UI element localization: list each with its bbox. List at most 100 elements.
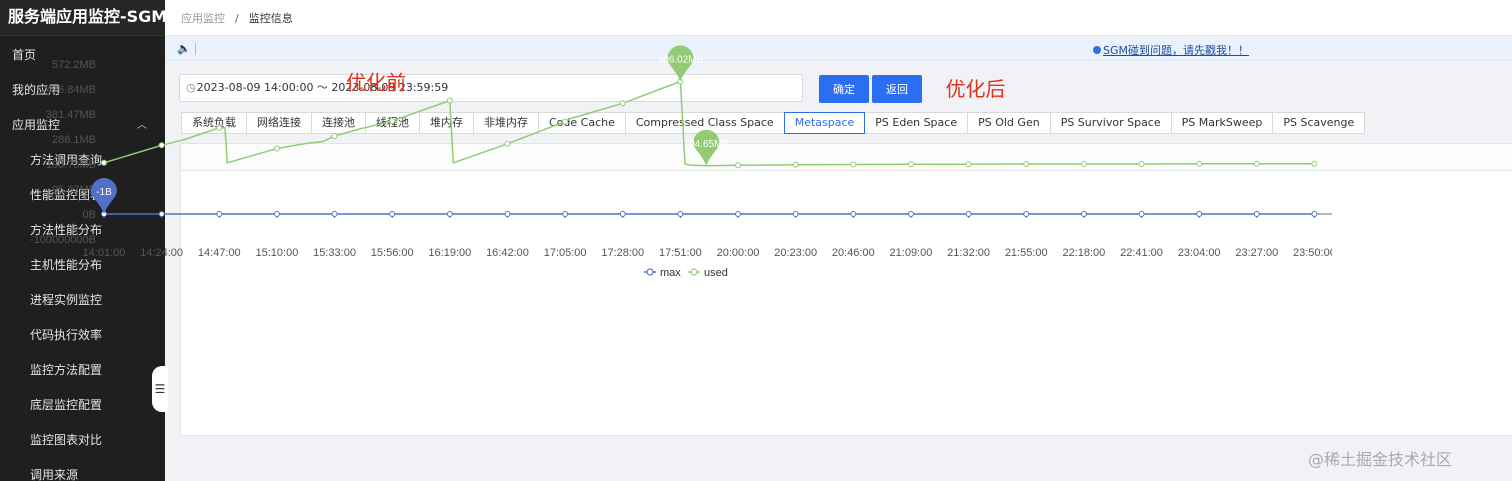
data-point-used[interactable]	[965, 161, 972, 168]
tab-网络连接[interactable]: 网络连接	[246, 112, 312, 134]
app-title: 服务端应用监控-SGM	[0, 0, 165, 36]
x-tick-label: 15:56:00	[371, 247, 414, 259]
y-tick-label: 0B	[83, 209, 96, 221]
back-button[interactable]: 返回	[872, 75, 922, 103]
data-point-used[interactable]	[735, 162, 742, 169]
data-point-used[interactable]	[331, 133, 338, 139]
y-tick-label: 95.37MB	[52, 184, 96, 196]
data-point-used[interactable]	[1253, 160, 1260, 167]
x-tick-label: 17:05:00	[544, 247, 587, 259]
data-point-max[interactable]	[735, 211, 742, 217]
x-tick-label: 16:42:00	[486, 247, 529, 259]
data-point-max[interactable]	[504, 211, 511, 217]
data-point-max[interactable]	[158, 211, 165, 217]
data-point-max[interactable]	[792, 211, 799, 217]
data-point-used[interactable]	[504, 140, 511, 147]
x-tick-label: 15:10:00	[256, 247, 299, 259]
sidebar-item[interactable]: 监控图表对比	[0, 423, 165, 458]
date-range-input[interactable]: ◷2023-08-09 14:00:00 ～ 2023-08-09 23:59:…	[179, 74, 803, 102]
data-point-max[interactable]	[1138, 211, 1145, 217]
data-point-used[interactable]	[792, 161, 799, 168]
data-point-used[interactable]	[1138, 161, 1145, 167]
pin-label: -1B	[96, 187, 112, 198]
date-range-value: 2023-08-09 14:00:00 ～ 2023-08-09 23:59:5…	[196, 81, 449, 94]
watermark: @稀土掘金技术社区	[1308, 450, 1453, 469]
data-point-used[interactable]	[101, 159, 107, 166]
y-tick-label: 476.84MB	[46, 84, 96, 96]
data-point-max[interactable]	[965, 211, 972, 217]
data-point-used[interactable]	[1196, 160, 1203, 167]
data-point-max[interactable]	[1080, 211, 1087, 217]
data-point-used[interactable]	[389, 118, 396, 124]
tab-堆内存[interactable]: 堆内存	[419, 112, 474, 134]
x-tick-label: 20:00:00	[717, 247, 760, 259]
data-point-max[interactable]	[216, 211, 223, 217]
data-point-used[interactable]	[562, 118, 569, 125]
sidebar-item-label: 底层监控配置	[30, 398, 103, 412]
x-tick-label: 23:27:00	[1235, 247, 1278, 259]
data-point-max[interactable]	[619, 211, 626, 217]
tab-ps-survivor-space[interactable]: PS Survivor Space	[1049, 112, 1172, 134]
data-point-used[interactable]	[158, 142, 165, 149]
data-point-used[interactable]	[907, 161, 914, 168]
x-tick-label: 22:18:00	[1062, 247, 1105, 259]
tab-ps-old-gen[interactable]: PS Old Gen	[967, 112, 1051, 134]
tab-metaspace[interactable]: Metaspace	[783, 112, 866, 134]
tab-非堆内存[interactable]: 非堆内存	[473, 112, 539, 134]
metric-tabs: 系统负载网络连接连接池线程池堆内存非堆内存Code CacheCompresse…	[181, 112, 1366, 134]
data-point-used[interactable]	[619, 100, 626, 107]
x-tick-label: 17:51:00	[659, 247, 702, 259]
tab-系统负载[interactable]: 系统负载	[181, 112, 247, 134]
sidebar-item-label: 进程实例监控	[30, 293, 103, 307]
data-point-max[interactable]	[331, 211, 338, 217]
breadcrumb-item-monitor-info: 监控信息	[248, 12, 293, 25]
chart-annotation: 优化前	[346, 71, 406, 95]
data-point-used[interactable]	[1023, 161, 1030, 167]
data-point-max[interactable]	[562, 211, 569, 217]
data-point-used[interactable]	[1311, 160, 1318, 167]
sidebar-item-label: 监控方法配置	[30, 363, 103, 377]
data-point-max[interactable]	[1253, 211, 1260, 217]
data-point-max[interactable]	[907, 211, 914, 217]
y-tick-label: 286.1MB	[52, 134, 96, 146]
sidebar-item[interactable]: 进程实例监控	[0, 283, 165, 318]
legend-marker-used[interactable]	[690, 268, 698, 276]
x-tick-label: 15:33:00	[313, 247, 356, 259]
tab-ps-scavenge[interactable]: PS Scavenge	[1272, 112, 1366, 134]
y-tick-label: 572.2MB	[52, 59, 96, 71]
data-point-used[interactable]	[216, 124, 223, 131]
tab-ps-marksweep[interactable]: PS MarkSweep	[1170, 112, 1274, 134]
tab-ps-eden-space[interactable]: PS Eden Space	[864, 112, 969, 134]
data-point-max[interactable]	[1196, 211, 1203, 217]
data-point-used[interactable]	[273, 145, 280, 152]
sidebar-item-label: 主机性能分布	[30, 258, 103, 272]
pin-label: 194.65MB	[684, 139, 730, 150]
tab-连接池[interactable]: 连接池	[311, 112, 366, 134]
data-point-max[interactable]	[446, 211, 453, 217]
data-point-max[interactable]	[677, 211, 684, 217]
data-point-used[interactable]	[850, 161, 857, 168]
sidebar-item[interactable]: 调用来源	[0, 458, 165, 481]
x-tick-label: 21:32:00	[947, 247, 990, 259]
sidebar-item-label: 首页	[12, 48, 37, 62]
data-point-max[interactable]	[1023, 211, 1030, 217]
sidebar-item[interactable]: 底层监控配置	[0, 388, 165, 423]
data-point-max[interactable]	[389, 211, 396, 217]
sidebar-item[interactable]: 代码执行效率	[0, 318, 165, 353]
collapse-icon[interactable]: ☰	[152, 366, 168, 412]
notice-link[interactable]: SGM碰到问题，请先戳我！！	[1093, 42, 1249, 58]
data-point-used[interactable]	[446, 97, 453, 104]
breadcrumb-separator: /	[235, 12, 239, 25]
x-tick-label: 23:04:00	[1178, 247, 1221, 259]
notice-dot-icon	[1093, 46, 1101, 54]
breadcrumb-item-app-monitor[interactable]: 应用监控	[181, 12, 225, 25]
data-point-max[interactable]	[273, 211, 280, 217]
sidebar-item[interactable]: 监控方法配置	[0, 353, 165, 388]
data-point-max[interactable]	[1311, 211, 1318, 217]
data-point-used[interactable]	[1080, 161, 1087, 167]
confirm-button[interactable]: 确定	[819, 75, 869, 103]
legend-marker-max[interactable]	[646, 268, 654, 276]
legend-label: max	[660, 267, 681, 279]
notice-text: SGM碰到问题，请先戳我！！	[1103, 44, 1249, 57]
data-point-max[interactable]	[850, 211, 857, 217]
